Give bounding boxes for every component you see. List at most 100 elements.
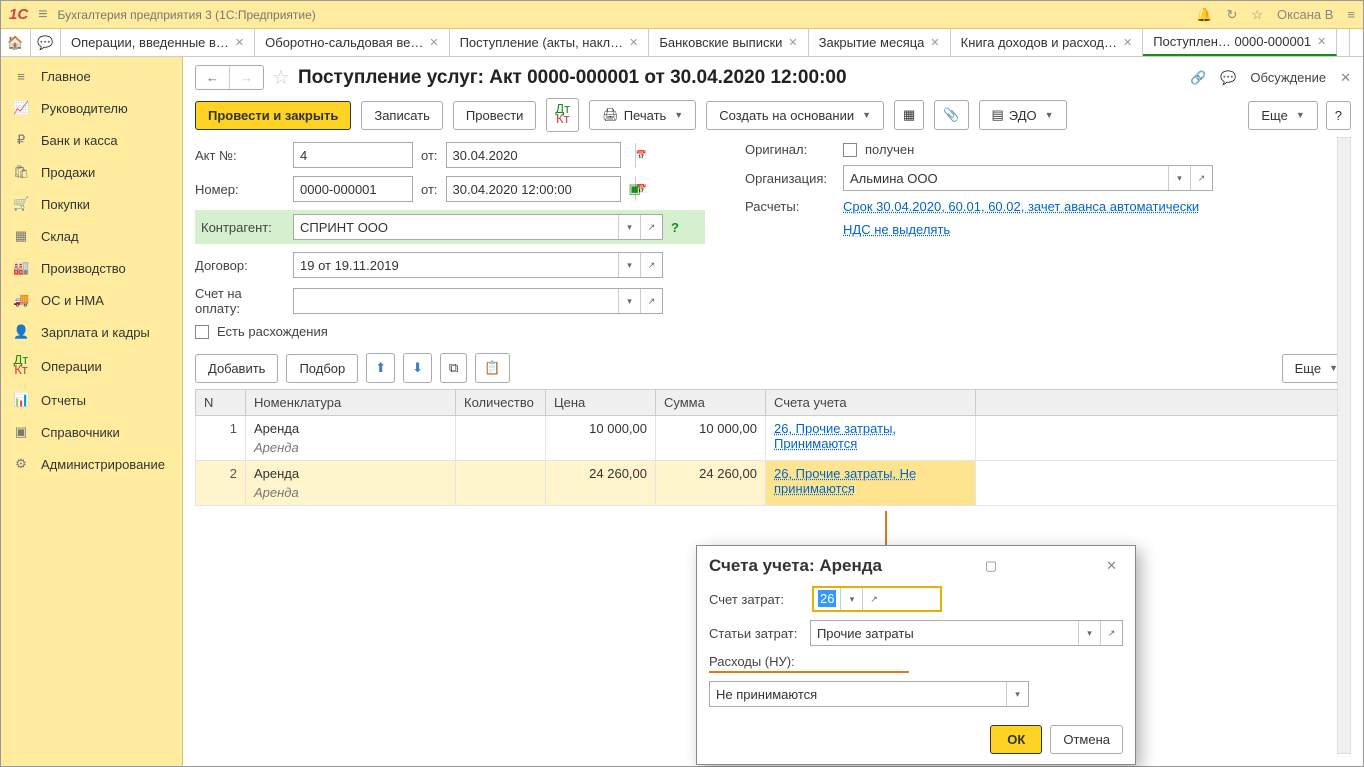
invoice-input[interactable]	[294, 289, 618, 313]
acc-input[interactable]: 26	[818, 590, 836, 607]
cancel-button[interactable]: Отмена	[1050, 725, 1123, 754]
sidebar-item-production[interactable]: 🏭Производство	[1, 252, 182, 284]
close-icon[interactable]: ✕	[235, 36, 244, 49]
sidebar-item-reports[interactable]: 📊Отчеты	[1, 384, 182, 416]
discrep-checkbox[interactable]	[195, 325, 209, 339]
help-button[interactable]: ?	[1326, 101, 1351, 130]
add-row-button[interactable]: Добавить	[195, 354, 278, 383]
num-date-input[interactable]	[447, 177, 635, 201]
new-row-icon[interactable]: ▣	[629, 181, 641, 197]
dtkt-button[interactable]: ДтКт	[546, 98, 579, 132]
open-icon[interactable]: ↗	[862, 588, 884, 610]
close-icon[interactable]: ✕	[429, 36, 438, 49]
close-icon[interactable]: ✕	[629, 36, 638, 49]
open-icon[interactable]: ↗	[1100, 621, 1122, 645]
close-doc-icon[interactable]: ✕	[1340, 70, 1351, 86]
tabs-scroll[interactable]	[1349, 29, 1363, 56]
contract-input[interactable]	[294, 253, 618, 277]
bell-icon[interactable]: 🔔	[1196, 7, 1212, 23]
pick-button[interactable]: Подбор	[286, 354, 358, 383]
calendar-icon[interactable]: 📅	[635, 143, 647, 167]
dropdown-icon[interactable]: ▾	[840, 588, 862, 610]
sidebar-item-salary[interactable]: 👤Зарплата и кадры	[1, 316, 182, 348]
exp-input[interactable]	[710, 682, 1006, 706]
col-sum[interactable]: Сумма	[656, 390, 766, 416]
sidebar-item-warehouse[interactable]: ▦Склад	[1, 220, 182, 252]
more-button[interactable]: Еще▼	[1248, 101, 1317, 130]
sidebar-item-manager[interactable]: 📈Руководителю	[1, 92, 182, 124]
tab-5[interactable]: Книга доходов и расход…✕	[951, 29, 1144, 56]
sidebar-item-main[interactable]: ≡Главное	[1, 61, 182, 92]
settings-icon[interactable]: ≡	[1347, 7, 1355, 22]
tab-0[interactable]: Операции, введенные в…✕	[61, 29, 255, 56]
history-icon[interactable]: ↻	[1226, 7, 1237, 23]
messages-tab[interactable]: 💬	[31, 29, 61, 56]
tab-3[interactable]: Банковские выписки✕	[649, 29, 808, 56]
vat-link[interactable]: НДС не выделять	[843, 222, 950, 237]
link-icon[interactable]: 🔗	[1190, 70, 1206, 86]
save-button[interactable]: Записать	[361, 101, 443, 130]
org-input[interactable]	[844, 166, 1168, 190]
dropdown-icon[interactable]: ▾	[618, 253, 640, 277]
tab-4[interactable]: Закрытие месяца✕	[809, 29, 951, 56]
sidebar-item-sales[interactable]: 🛍Продажи	[1, 156, 182, 188]
tab-1[interactable]: Оборотно-сальдовая ве…✕	[255, 29, 449, 56]
contractor-input[interactable]	[294, 215, 618, 239]
col-n[interactable]: N	[196, 390, 246, 416]
favorite-star-icon[interactable]: ☆	[272, 65, 290, 90]
acc-link-1[interactable]: 26, Прочие затраты, Не принимаются	[774, 466, 916, 496]
calc-link[interactable]: Срок 30.04.2020, 60.01, 60.02, зачет ава…	[843, 199, 1199, 214]
sidebar-item-assets[interactable]: 🚚ОС и НМА	[1, 284, 182, 316]
close-icon[interactable]: ✕	[930, 36, 939, 49]
discuss-icon[interactable]: 💬	[1220, 70, 1236, 86]
table-row[interactable]: 1 АрендаАренда 10 000,00 10 000,00 26, П…	[196, 416, 1351, 461]
dropdown-icon[interactable]: ▾	[618, 289, 640, 313]
copy-button[interactable]: ⧉	[440, 353, 467, 383]
sidebar-item-admin[interactable]: ⚙Администрирование	[1, 448, 182, 480]
open-icon[interactable]: ↗	[640, 215, 662, 239]
menu-icon[interactable]: ≡	[38, 6, 47, 24]
table-row[interactable]: 2 АрендаАренда 24 260,00 24 260,00 26, П…	[196, 461, 1351, 506]
attach-button[interactable]: 📎	[934, 100, 968, 130]
acc-link-0[interactable]: 26, Прочие затраты, Принимаются	[774, 421, 896, 451]
close-icon[interactable]: ✕	[1317, 35, 1326, 48]
tab-6[interactable]: Поступлен… 0000-000001✕	[1143, 29, 1337, 56]
discuss-label[interactable]: Обсуждение	[1250, 70, 1326, 85]
act-date-input[interactable]	[447, 143, 635, 167]
edo-button[interactable]: ▤ЭДО▼	[979, 100, 1067, 130]
col-qty[interactable]: Количество	[456, 390, 546, 416]
help-contractor-icon[interactable]: ?	[671, 220, 679, 235]
dropdown-icon[interactable]: ▾	[618, 215, 640, 239]
ok-button[interactable]: ОК	[990, 725, 1042, 754]
home-tab[interactable]: 🏠	[1, 29, 31, 56]
related-button[interactable]: ▦	[894, 100, 924, 130]
sidebar-item-refs[interactable]: ▣Справочники	[1, 416, 182, 448]
original-checkbox[interactable]	[843, 143, 857, 157]
nav-forward[interactable]: →	[229, 66, 263, 89]
sidebar-item-bank[interactable]: ₽Банк и касса	[1, 124, 182, 156]
open-icon[interactable]: ↗	[1190, 166, 1212, 190]
close-popup-icon[interactable]: ✕	[1100, 558, 1123, 574]
move-up-button[interactable]: ⬆	[366, 353, 395, 383]
item-input[interactable]	[811, 621, 1078, 645]
tab-2[interactable]: Поступление (акты, накл…✕	[450, 29, 650, 56]
close-icon[interactable]: ✕	[1123, 36, 1132, 49]
create-based-button[interactable]: Создать на основании▼	[706, 101, 884, 130]
col-nomen[interactable]: Номенклатура	[246, 390, 456, 416]
print-button[interactable]: 🖨Печать▼	[589, 100, 696, 130]
col-price[interactable]: Цена	[546, 390, 656, 416]
maximize-icon[interactable]: ▢	[979, 558, 1003, 574]
open-icon[interactable]: ↗	[640, 289, 662, 313]
dropdown-icon[interactable]: ▾	[1006, 682, 1028, 706]
paste-button[interactable]: 📋	[475, 353, 509, 383]
nav-back[interactable]: ←	[196, 66, 229, 89]
dropdown-icon[interactable]: ▾	[1078, 621, 1100, 645]
col-acc[interactable]: Счета учета	[766, 390, 976, 416]
open-icon[interactable]: ↗	[640, 253, 662, 277]
sidebar-item-operations[interactable]: ДтКтОперации	[1, 348, 182, 384]
user-name[interactable]: Оксана В	[1277, 7, 1333, 22]
move-down-button[interactable]: ⬇	[403, 353, 432, 383]
scrollbar[interactable]	[1337, 137, 1351, 754]
sidebar-item-purchase[interactable]: 🛒Покупки	[1, 188, 182, 220]
post-close-button[interactable]: Провести и закрыть	[195, 101, 351, 130]
